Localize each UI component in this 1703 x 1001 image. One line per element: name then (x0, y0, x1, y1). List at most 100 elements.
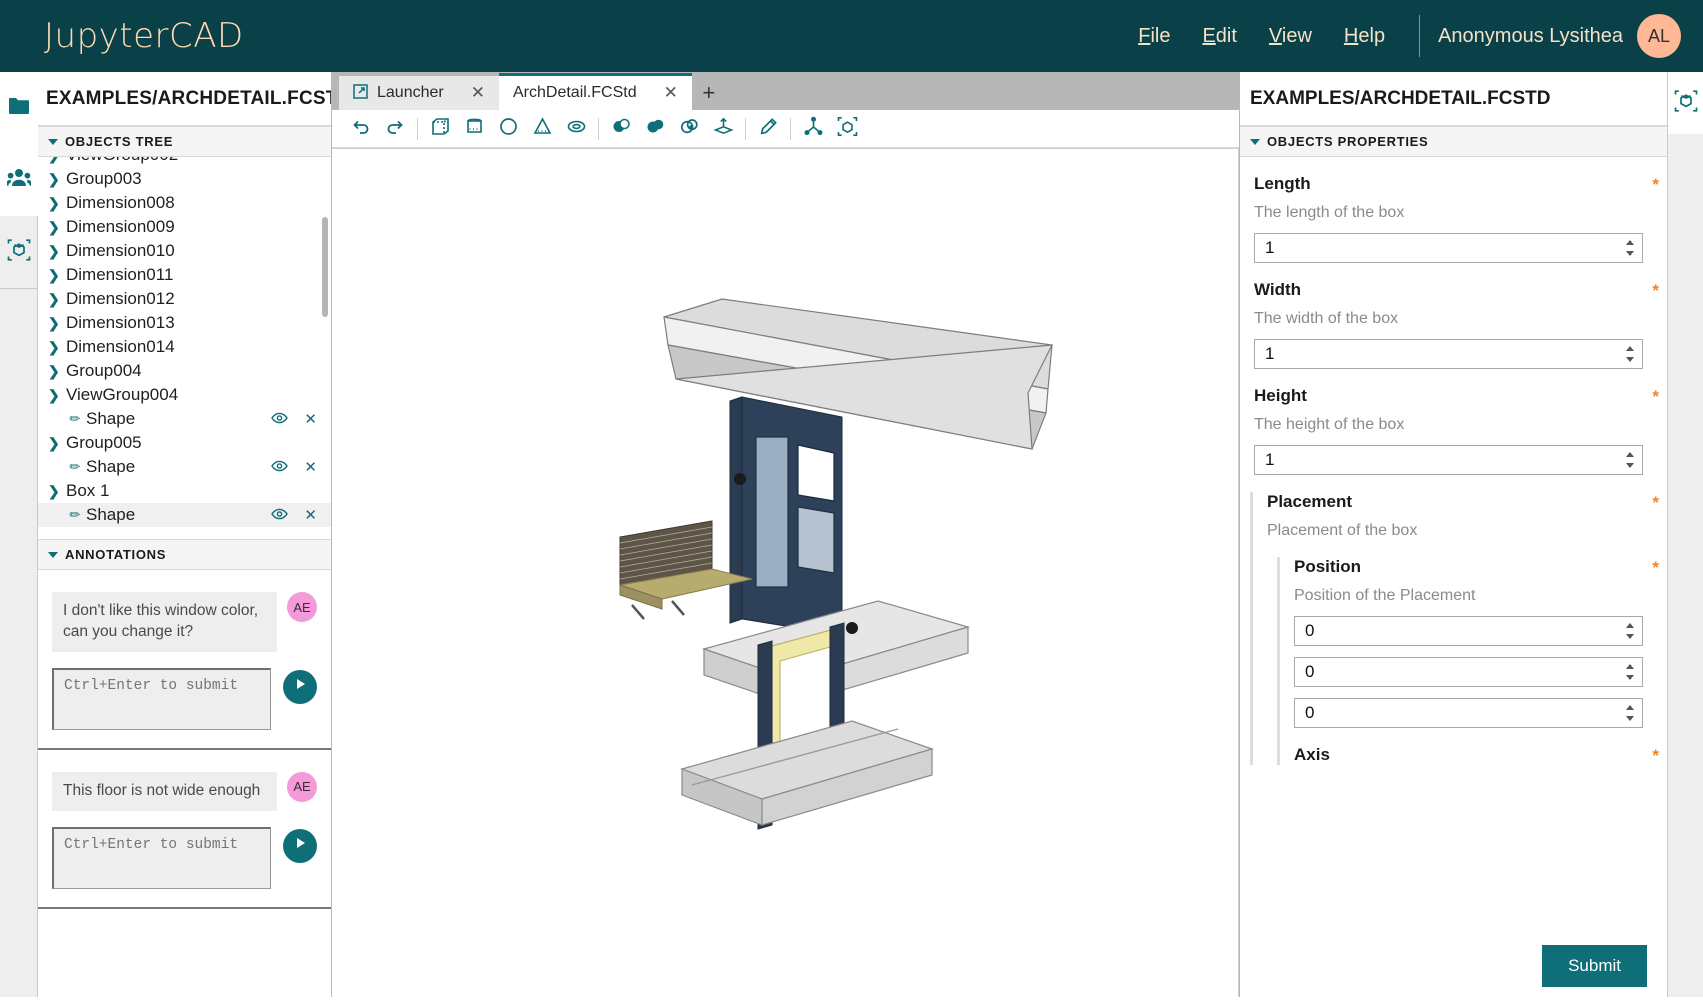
width-input[interactable] (1254, 339, 1643, 369)
cone-button[interactable] (525, 112, 559, 146)
chevron-right-icon[interactable]: ❯ (48, 435, 60, 452)
menu-view[interactable]: View (1253, 25, 1328, 48)
chevron-right-icon[interactable]: ❯ (48, 171, 60, 188)
torus-button[interactable] (559, 112, 593, 146)
chevron-up-icon[interactable] (1626, 240, 1634, 245)
chevron-right-icon[interactable]: ❯ (48, 387, 60, 404)
chevron-right-icon[interactable]: ❯ (48, 195, 60, 212)
objects-properties-header[interactable]: OBJECTS PROPERTIES (1240, 126, 1667, 157)
annotation-author-avatar[interactable]: AE (287, 771, 317, 802)
chevron-down-icon[interactable] (1626, 251, 1634, 256)
chevron-up-icon[interactable] (1626, 623, 1634, 628)
position-input-1-stepper[interactable] (1623, 661, 1637, 683)
chevron-right-icon[interactable]: ❯ (48, 339, 60, 356)
chevron-right-icon[interactable]: ❯ (48, 363, 60, 380)
eye-icon[interactable] (271, 507, 289, 524)
annotation-submit-button[interactable] (283, 828, 317, 863)
tree-item-shape[interactable]: ✎ Shape ✕ (38, 455, 331, 479)
tree-item-dimension009[interactable]: ❯ Dimension009 (38, 215, 331, 239)
cad-viewport[interactable] (332, 148, 1239, 997)
chevron-down-icon[interactable] (1626, 634, 1634, 639)
rail-item-collaborators[interactable] (0, 144, 38, 216)
chevron-up-icon[interactable] (1626, 664, 1634, 669)
eye-icon[interactable] (271, 411, 289, 428)
chevron-up-icon[interactable] (1626, 705, 1634, 710)
tree-item-group004[interactable]: ❯ Group004 (38, 359, 331, 383)
add-tab-button[interactable]: + (692, 76, 726, 110)
submit-button[interactable]: Submit (1542, 945, 1647, 987)
box-button[interactable] (423, 112, 457, 146)
chevron-down-icon[interactable] (1626, 357, 1634, 362)
length-input-stepper[interactable] (1623, 237, 1637, 259)
chevron-down-icon[interactable] (1626, 675, 1634, 680)
avatar[interactable]: AL (1637, 14, 1681, 58)
tab-archdetail[interactable]: ArchDetail.FCStd ✕ (499, 73, 692, 110)
chevron-right-icon[interactable]: ❯ (48, 219, 60, 236)
tree-item-viewgroup004[interactable]: ❯ ViewGroup004 (38, 383, 331, 407)
tab-close-icon[interactable]: ✕ (453, 83, 485, 103)
length-input[interactable] (1254, 233, 1643, 263)
tree-item-group005[interactable]: ❯ Group005 (38, 431, 331, 455)
chevron-right-icon[interactable]: ❯ (48, 483, 60, 500)
annotation-reply-input[interactable] (52, 667, 271, 730)
position-input-2[interactable] (1294, 698, 1643, 728)
axes-button[interactable] (796, 112, 830, 146)
boolean-cut-button[interactable] (604, 112, 638, 146)
sketch-button[interactable] (751, 112, 785, 146)
boolean-intersection-button[interactable] (672, 112, 706, 146)
annotations-header[interactable]: ANNOTATIONS (38, 539, 331, 570)
chevron-right-icon[interactable]: ❯ (48, 315, 60, 332)
rail-item-cad-object-right[interactable] (1668, 72, 1703, 134)
close-icon[interactable]: ✕ (304, 506, 317, 524)
annotation-reply-input[interactable] (52, 826, 271, 889)
tree-item-box-1[interactable]: ❯ Box 1 (38, 479, 331, 503)
menu-file[interactable]: File (1122, 25, 1186, 48)
chevron-right-icon[interactable]: ❯ (48, 157, 60, 164)
tab-close-icon[interactable]: ✕ (646, 83, 678, 103)
tree-item-dimension013[interactable]: ❯ Dimension013 (38, 311, 331, 335)
redo-button[interactable] (378, 112, 412, 146)
chevron-down-icon[interactable] (1626, 716, 1634, 721)
tree-item-dimension010[interactable]: ❯ Dimension010 (38, 239, 331, 263)
chevron-right-icon[interactable]: ❯ (48, 267, 60, 284)
tree-item-viewgroup002[interactable]: ❯ ViewGroup002 (38, 157, 331, 167)
chevron-up-icon[interactable] (1626, 452, 1634, 457)
tree-item-dimension011[interactable]: ❯ Dimension011 (38, 263, 331, 287)
tree-item-group003[interactable]: ❯ Group003 (38, 167, 331, 191)
chevron-right-icon[interactable]: ❯ (48, 243, 60, 260)
annotation-submit-button[interactable] (283, 669, 317, 704)
height-input-stepper[interactable] (1623, 449, 1637, 471)
chevron-right-icon[interactable]: ❯ (48, 291, 60, 308)
menu-help[interactable]: Help (1328, 25, 1401, 48)
chevron-up-icon[interactable] (1626, 346, 1634, 351)
width-input-stepper[interactable] (1623, 343, 1637, 365)
tree-item-dimension008[interactable]: ❯ Dimension008 (38, 191, 331, 215)
rail-item-cad-object[interactable] (0, 216, 38, 288)
position-input-1[interactable] (1294, 657, 1643, 687)
position-input-0-stepper[interactable] (1623, 620, 1637, 642)
position-input-2-stepper[interactable] (1623, 702, 1637, 724)
menu-edit[interactable]: Edit (1186, 25, 1252, 48)
sphere-button[interactable] (491, 112, 525, 146)
cylinder-button[interactable] (457, 112, 491, 146)
objects-tree-header[interactable]: OBJECTS TREE (38, 126, 331, 157)
tree-item-dimension014[interactable]: ❯ Dimension014 (38, 335, 331, 359)
boolean-union-button[interactable] (638, 112, 672, 146)
annotation-author-avatar[interactable]: AE (287, 592, 317, 622)
tree-item-shape[interactable]: ✎ Shape ✕ (38, 407, 331, 431)
chevron-down-icon[interactable] (1626, 463, 1634, 468)
close-icon[interactable]: ✕ (304, 458, 317, 476)
undo-button[interactable] (344, 112, 378, 146)
height-input[interactable] (1254, 445, 1643, 475)
tree-scrollbar[interactable] (322, 217, 328, 317)
tree-item-dimension012[interactable]: ❯ Dimension012 (38, 287, 331, 311)
position-input-0[interactable] (1294, 616, 1643, 646)
tree-item-shape[interactable]: ✎ Shape ✕ (38, 503, 331, 527)
right-icon-rail (1667, 72, 1703, 997)
eye-icon[interactable] (271, 459, 289, 476)
tab-launcher[interactable]: Launcher ✕ (339, 76, 499, 110)
extrusion-button[interactable] (706, 112, 740, 146)
close-icon[interactable]: ✕ (304, 410, 317, 428)
rail-item-folder[interactable] (0, 72, 38, 144)
explode-button[interactable] (830, 112, 864, 146)
